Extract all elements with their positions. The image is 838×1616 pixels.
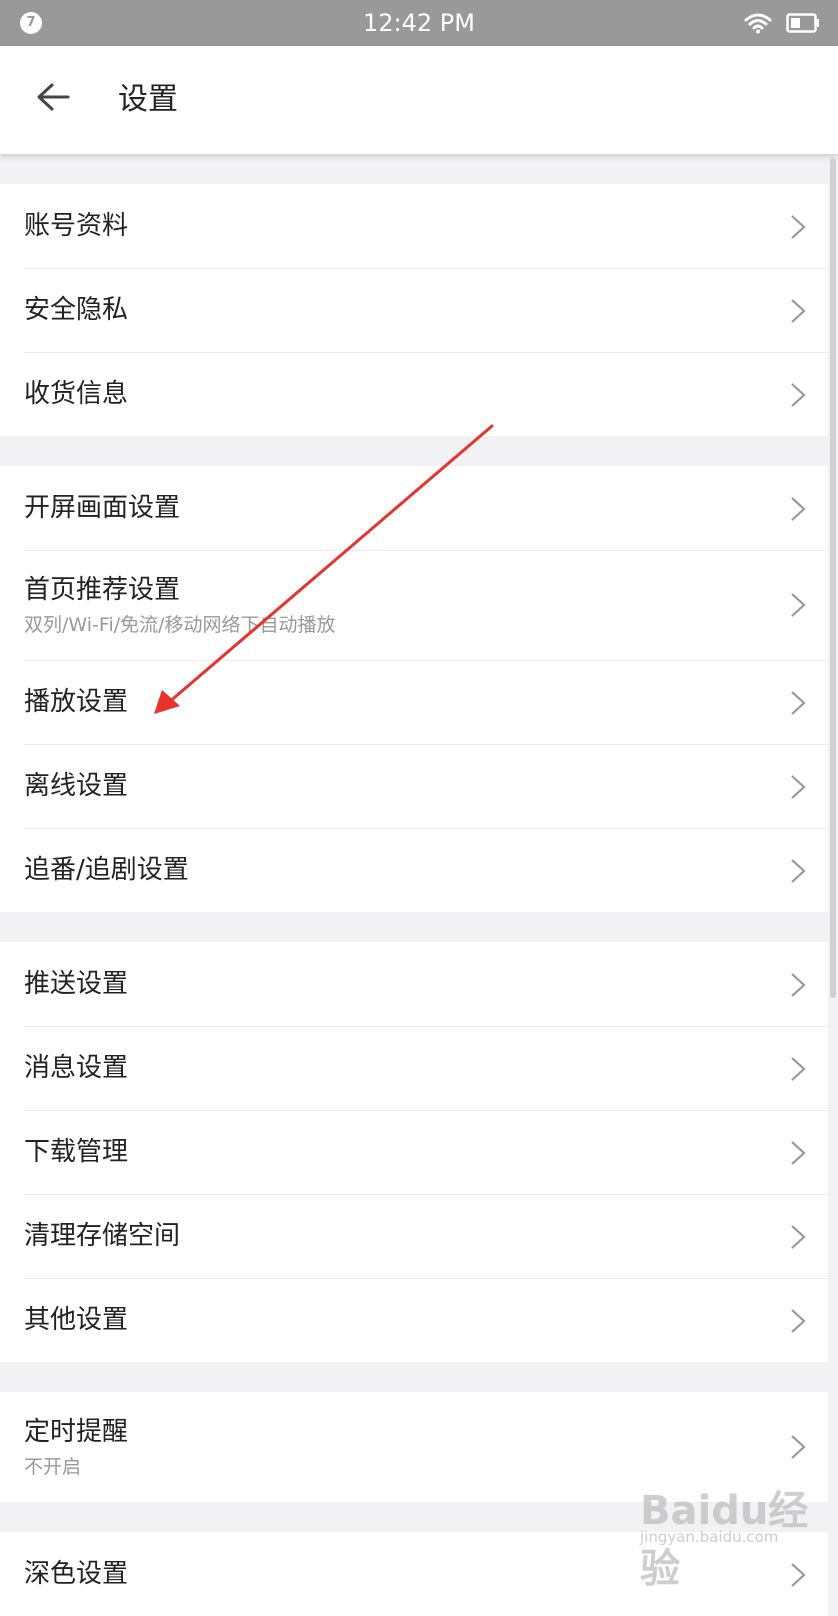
settings-item-downloads[interactable]: 下载管理: [0, 1110, 828, 1194]
settings-item-label: 安全隐私: [24, 295, 129, 325]
settings-item-splash-screen[interactable]: 开屏画面设置: [0, 466, 828, 550]
settings-item-subtitle: 双列/Wi-Fi/免流/移动网络下自动播放: [24, 614, 336, 636]
settings-item-clear-storage[interactable]: 清理存储空间: [0, 1194, 828, 1278]
settings-item-follow-series[interactable]: 追番/追剧设置: [0, 828, 828, 912]
chevron-right-icon: [791, 1309, 806, 1333]
chevron-right-icon: [791, 215, 806, 239]
app-header: 设置: [0, 46, 838, 154]
settings-item-label: 深色设置: [24, 1559, 129, 1589]
settings-item-label: 其他设置: [24, 1305, 129, 1335]
settings-item-messages[interactable]: 消息设置: [0, 1026, 828, 1110]
settings-item-account-profile[interactable]: 账号资料: [0, 184, 828, 268]
wifi-icon: [744, 13, 772, 34]
status-time: 12:42 PM: [363, 9, 475, 37]
settings-item-label: 定时提醒: [24, 1417, 129, 1447]
settings-item-label: 账号资料: [24, 211, 129, 241]
settings-item-subtitle: 不开启: [24, 1456, 82, 1478]
settings-item-shipping-info[interactable]: 收货信息: [0, 352, 828, 436]
chevron-right-icon: [791, 1225, 806, 1249]
chevron-right-icon: [791, 593, 806, 617]
battery-icon: [786, 13, 819, 33]
chevron-right-icon: [791, 1435, 806, 1459]
settings-item-playback[interactable]: 播放设置: [0, 660, 828, 744]
settings-item-push[interactable]: 推送设置: [0, 942, 828, 1026]
chevron-right-icon: [791, 859, 806, 883]
settings-item-label: 首页推荐设置: [24, 575, 181, 605]
settings-item-label: 消息设置: [24, 1053, 129, 1083]
settings-item-label: 追番/追剧设置: [24, 855, 189, 885]
status-bar: 7 12:42 PM: [0, 0, 838, 46]
chevron-right-icon: [791, 1141, 806, 1165]
settings-item-other[interactable]: 其他设置: [0, 1278, 828, 1362]
page-title: 设置: [118, 82, 178, 117]
settings-item-label: 清理存储空间: [24, 1221, 181, 1251]
arrow-left-icon[interactable]: [36, 82, 70, 112]
chevron-right-icon: [791, 383, 806, 407]
settings-group-display: 开屏画面设置 首页推荐设置 双列/Wi-Fi/免流/移动网络下自动播放 播放设置…: [0, 466, 828, 912]
chevron-right-icon: [791, 497, 806, 521]
chevron-right-icon: [791, 691, 806, 715]
scrollbar[interactable]: [830, 158, 836, 998]
settings-list: 账号资料 安全隐私 收货信息 开屏画面设置 首页推荐设置 双列/Wi-Fi/免流…: [0, 154, 828, 1616]
chevron-right-icon: [791, 973, 806, 997]
settings-item-label: 推送设置: [24, 969, 129, 999]
settings-item-label: 播放设置: [24, 687, 129, 717]
settings-item-label: 收货信息: [24, 379, 129, 409]
chevron-right-icon: [791, 1057, 806, 1081]
settings-item-home-recommend[interactable]: 首页推荐设置 双列/Wi-Fi/免流/移动网络下自动播放: [0, 550, 828, 660]
settings-group-system: 推送设置 消息设置 下载管理 清理存储空间 其他设置: [0, 942, 828, 1362]
baidu-watermark-url: jingyan.baidu.com: [640, 1528, 779, 1546]
settings-item-label: 开屏画面设置: [24, 493, 181, 523]
chevron-right-icon: [791, 299, 806, 323]
settings-item-offline[interactable]: 离线设置: [0, 744, 828, 828]
settings-item-label: 下载管理: [24, 1137, 129, 1167]
chevron-right-icon: [791, 775, 806, 799]
settings-item-label: 离线设置: [24, 771, 129, 801]
settings-group-account: 账号资料 安全隐私 收货信息: [0, 184, 828, 436]
settings-item-security-privacy[interactable]: 安全隐私: [0, 268, 828, 352]
